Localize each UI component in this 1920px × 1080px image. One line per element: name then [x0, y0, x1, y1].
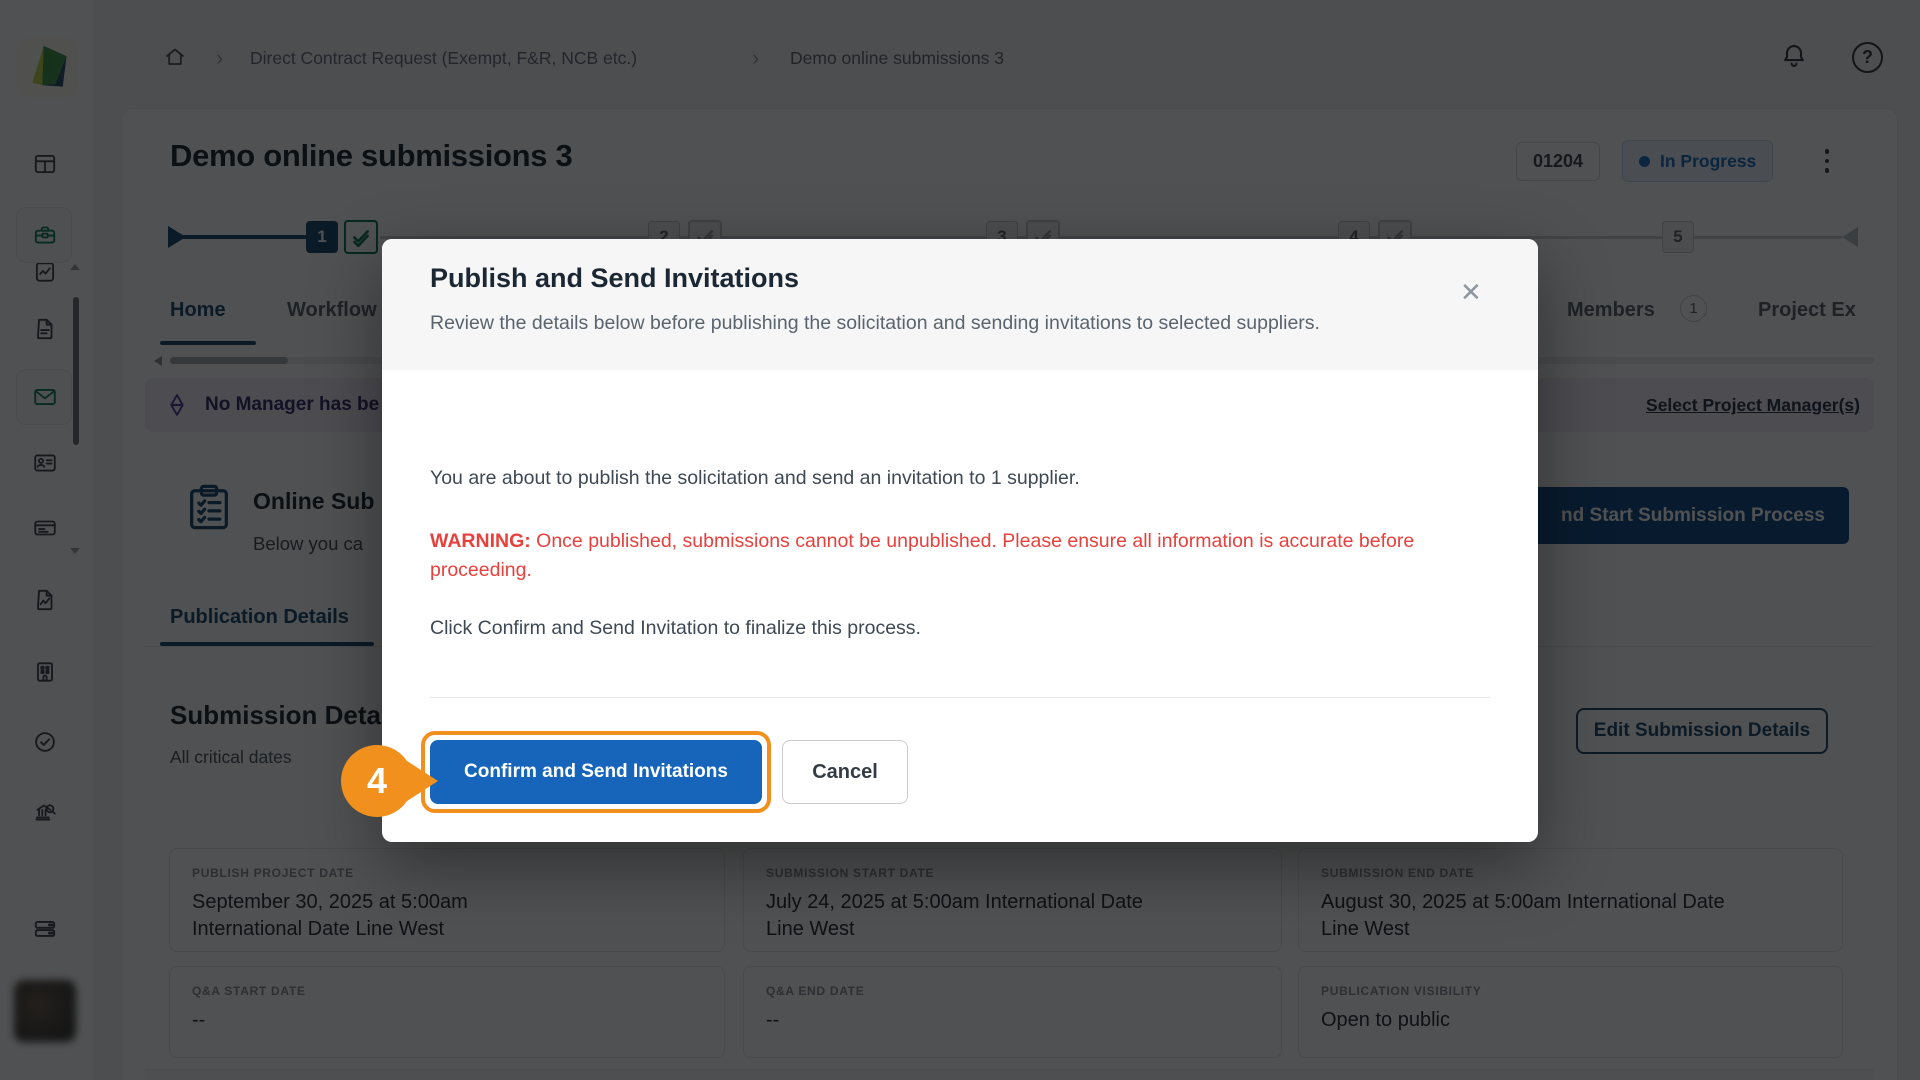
modal-body-line1: You are about to publish the solicitatio… — [430, 467, 1080, 490]
modal-footer-divider — [430, 697, 1490, 698]
modal-warning: WARNING: Once published, submissions can… — [430, 527, 1470, 586]
modal-description: Review the details below before publishi… — [430, 309, 1345, 338]
modal-title: Publish and Send Invitations — [430, 263, 799, 294]
warning-text: Once published, submissions cannot be un… — [430, 530, 1414, 581]
modal-body-line3: Click Confirm and Send Invitation to fin… — [430, 617, 921, 640]
application-window: › Direct Contract Request (Exempt, F&R, … — [0, 0, 1920, 1080]
cancel-button[interactable]: Cancel — [782, 740, 908, 804]
annotation-step-badge: 4 — [341, 745, 413, 817]
warning-label: WARNING: — [430, 530, 531, 552]
close-icon[interactable]: ✕ — [1460, 277, 1482, 308]
modal-header — [382, 239, 1538, 370]
annotation-highlight-ring — [421, 731, 771, 813]
